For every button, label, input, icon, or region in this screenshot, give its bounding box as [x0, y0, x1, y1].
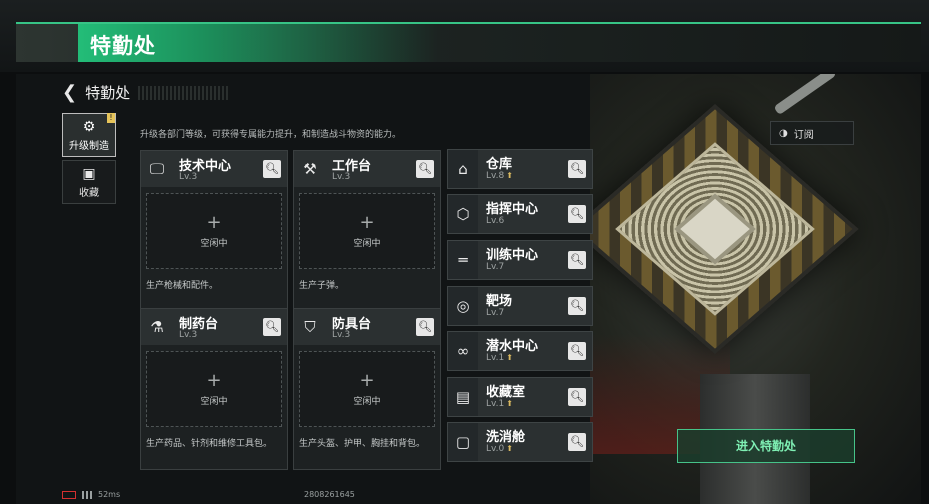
production-slot[interactable]: + 空闲中 [146, 193, 282, 269]
user-id: 2808261645 [304, 490, 355, 499]
dumbbell-icon: ═ [448, 241, 478, 279]
facility-level: Lv.7 [486, 262, 505, 272]
facility-collection-room[interactable]: ▤ 收藏室 Lv.1 ⬆ 🔍︎ [447, 377, 593, 417]
robot-arm [773, 74, 837, 116]
warehouse-icon: ⌂ [448, 150, 478, 188]
plus-icon: + [359, 369, 375, 391]
bell-icon: ◑ [779, 127, 788, 139]
facility-cube-center [674, 193, 756, 265]
target-icon: ◎ [448, 287, 478, 325]
facility-level: Lv.0 ⬆ [486, 444, 513, 454]
facility-name: 靶场 [486, 294, 513, 309]
upgrade-arrow-icon: ⬆ [506, 353, 513, 362]
tab-collection[interactable]: ▣ 收藏 [62, 160, 116, 204]
facility-name: 潜水中心 [486, 339, 539, 354]
slot-status: 空闲中 [200, 238, 228, 249]
slot-status: 空闲中 [200, 396, 228, 407]
search-icon[interactable]: 🔍︎ [568, 251, 586, 269]
production-slot[interactable]: + 空闲中 [299, 351, 435, 427]
tab-label: 收藏 [79, 187, 99, 199]
page-title: 特勤处 [85, 84, 131, 102]
facility-training-center[interactable]: ═ 训练中心 Lv.7 🔍︎ [447, 240, 593, 280]
search-icon[interactable]: 🔍︎ [568, 342, 586, 360]
notification-badge: ! [107, 113, 115, 123]
subscribe-label: 订阅 [793, 129, 814, 141]
search-icon[interactable]: 🔍︎ [416, 160, 434, 178]
facility-level: Lv.7 [486, 308, 505, 318]
search-icon[interactable]: 🔍︎ [416, 318, 434, 336]
search-icon[interactable]: 🔍︎ [568, 388, 586, 406]
monitor-icon: 🖵 [149, 160, 165, 178]
battery-icon [62, 490, 76, 499]
upgrade-craft-icon: ⚙ [82, 118, 96, 135]
decon-icon: ▢ [448, 423, 478, 461]
enter-special-ops-button[interactable]: 进入特勤处 [677, 429, 855, 463]
card-armor-bench[interactable]: ⛉ 防具台 Lv.3 🔍︎ + 空闲中 生产头盔、护甲、胸挂和背包。 [293, 308, 441, 470]
card-level: Lv.3 [179, 330, 198, 340]
card-level: Lv.3 [332, 330, 351, 340]
facility-level: Lv.1 ⬆ [486, 353, 513, 363]
facility-level: Lv.6 [486, 216, 505, 226]
search-icon[interactable]: 🔍︎ [568, 433, 586, 451]
search-icon[interactable]: 🔍︎ [263, 318, 281, 336]
facility-name: 收藏室 [486, 385, 526, 400]
facility-level: Lv.8 ⬆ [486, 171, 513, 181]
card-workbench[interactable]: ⚒ 工作台 Lv.3 🔍︎ + 空闲中 生产子弹。 [293, 150, 441, 312]
facility-command-center[interactable]: ⬡ 指挥中心 Lv.6 🔍︎ [447, 194, 593, 234]
card-description: 生产枪械和配件。 [146, 281, 219, 291]
plus-icon: + [359, 211, 375, 233]
plus-icon: + [206, 369, 222, 391]
facility-shooting-range[interactable]: ◎ 靶场 Lv.7 🔍︎ [447, 286, 593, 326]
armor-icon: ⛉ [304, 318, 316, 336]
card-tech-center[interactable]: 🖵 技术中心 Lv.3 🔍︎ + 空闲中 生产枪械和配件。 [140, 150, 288, 312]
search-icon[interactable]: 🔍︎ [568, 205, 586, 223]
microscope-icon: ⚗ [150, 318, 164, 336]
card-description: 生产药品、针剂和维修工具包。 [146, 439, 273, 449]
display-case-icon: ▤ [448, 378, 478, 416]
collection-icon: ▣ [82, 165, 96, 182]
facility-name: 仓库 [486, 157, 513, 172]
card-pharmacy[interactable]: ⚗ 制药台 Lv.3 🔍︎ + 空闲中 生产药品、针剂和维修工具包。 [140, 308, 288, 470]
card-description: 生产头盔、护甲、胸挂和背包。 [299, 439, 426, 449]
tools-icon: ⚒ [303, 160, 317, 178]
upgrade-arrow-icon: ⬆ [506, 444, 513, 453]
upgrade-arrow-icon: ⬆ [506, 399, 513, 408]
ping-value: 52ms [98, 490, 121, 499]
facility-cube-core [615, 142, 815, 316]
search-icon[interactable]: 🔍︎ [568, 160, 586, 178]
facility-name: 洗消舱 [486, 430, 526, 445]
title-decoration [138, 85, 229, 100]
facility-decon-pod[interactable]: ▢ 洗消舱 Lv.0 ⬆ 🔍︎ [447, 422, 593, 462]
search-icon[interactable]: 🔍︎ [568, 297, 586, 315]
tab-upgrade-craft[interactable]: ⚙ 升级制造 ! [62, 113, 116, 157]
plus-icon: + [206, 211, 222, 233]
subscribe-button[interactable]: ◑ 订阅 [770, 121, 854, 145]
goggles-icon: ∞ [448, 332, 478, 370]
signal-icon [82, 490, 94, 499]
card-description: 生产子弹。 [299, 281, 345, 291]
breadcrumb: ❮ 特勤处 [62, 82, 229, 103]
slot-status: 空闲中 [353, 238, 381, 249]
card-level: Lv.3 [179, 172, 198, 182]
upgrade-arrow-icon: ⬆ [506, 171, 513, 180]
production-slot[interactable]: + 空闲中 [299, 193, 435, 269]
slot-status: 空闲中 [353, 396, 381, 407]
production-slot[interactable]: + 空闲中 [146, 351, 282, 427]
facility-warehouse[interactable]: ⌂ 仓库 Lv.8 ⬆ 🔍︎ [447, 149, 593, 189]
facility-diving-center[interactable]: ∞ 潜水中心 Lv.1 ⬆ 🔍︎ [447, 331, 593, 371]
status-bar: 52ms [62, 490, 120, 499]
card-level: Lv.3 [332, 172, 351, 182]
facility-level: Lv.1 ⬆ [486, 399, 513, 409]
banner-title: 特勤处 [90, 34, 156, 58]
chip-icon: ⬡ [448, 195, 478, 233]
facility-name: 训练中心 [486, 248, 539, 263]
search-icon[interactable]: 🔍︎ [263, 160, 281, 178]
page-description: 升级各部门等级，可获得专属能力提升，和制造战斗物资的能力。 [140, 130, 402, 140]
tab-label: 升级制造 [69, 140, 109, 152]
facility-name: 指挥中心 [486, 202, 539, 217]
back-arrow-icon[interactable]: ❮ [62, 82, 77, 103]
